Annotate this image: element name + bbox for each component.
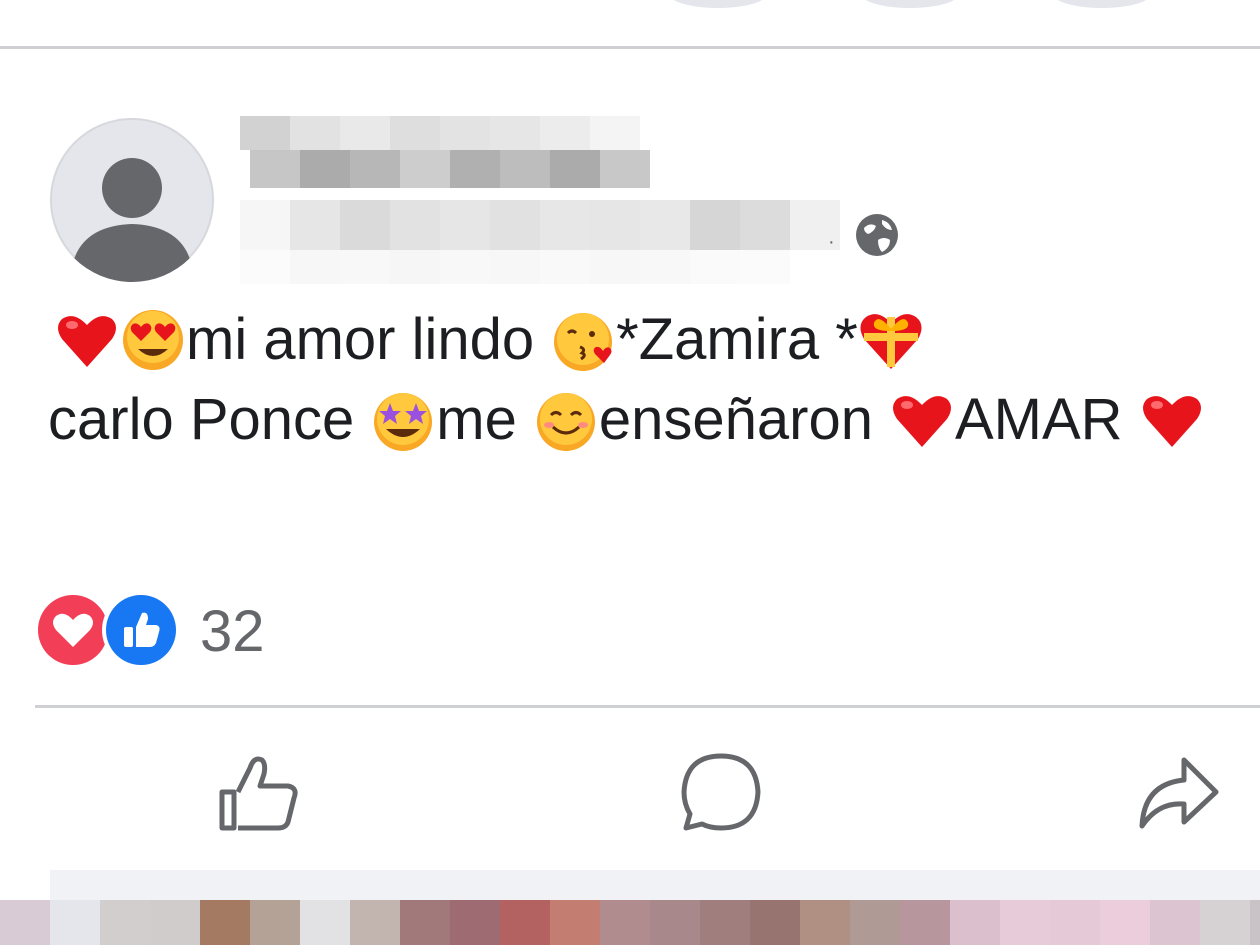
heart-eyes-icon [123,310,183,370]
share-button[interactable] [1134,748,1224,838]
red-heart-icon [1142,396,1201,447]
blurred-timestamp[interactable] [240,200,840,250]
message-text-3: carlo Ponce [48,387,355,452]
divider-actions [35,705,1260,708]
love-reaction-icon[interactable] [38,595,108,665]
comment-area[interactable] [50,870,1260,900]
blurred-next-content [0,900,1260,945]
kissing-face-icon [554,313,613,371]
message-text-2: *Zamira * [616,307,858,372]
red-heart-icon [893,396,951,447]
blurred-author-name[interactable] [240,116,640,150]
comment-button[interactable] [676,748,766,838]
separator-dot: · [828,231,835,253]
like-button[interactable] [214,748,304,838]
message-text-1: mi amor lindo [186,307,535,372]
heart-with-ribbon-icon [860,314,922,369]
globe-icon[interactable] [852,210,902,260]
smiling-face-icon [536,393,595,451]
default-avatar-icon [70,158,194,282]
previous-post-edge [0,0,1260,48]
post-message-line-1: mi amor lindo *Zamira * [54,300,924,380]
post-message-line-2: carlo Ponce me enseñaron AMAR [48,380,1205,460]
blurred-author-name-2 [250,150,650,188]
avatar[interactable] [50,118,214,282]
thumbs-up-icon [124,612,160,647]
red-heart-icon [58,316,116,367]
reaction-count[interactable]: 32 [200,600,265,664]
message-text-6: AMAR [955,387,1123,452]
love-icon [53,613,93,647]
message-text-5: enseñaron [598,387,873,452]
divider-top [0,46,1260,49]
blurred-timestamp-2 [240,250,840,284]
like-reaction-icon[interactable] [106,595,176,665]
star-struck-icon [374,393,433,451]
message-text-4: me [436,387,517,452]
